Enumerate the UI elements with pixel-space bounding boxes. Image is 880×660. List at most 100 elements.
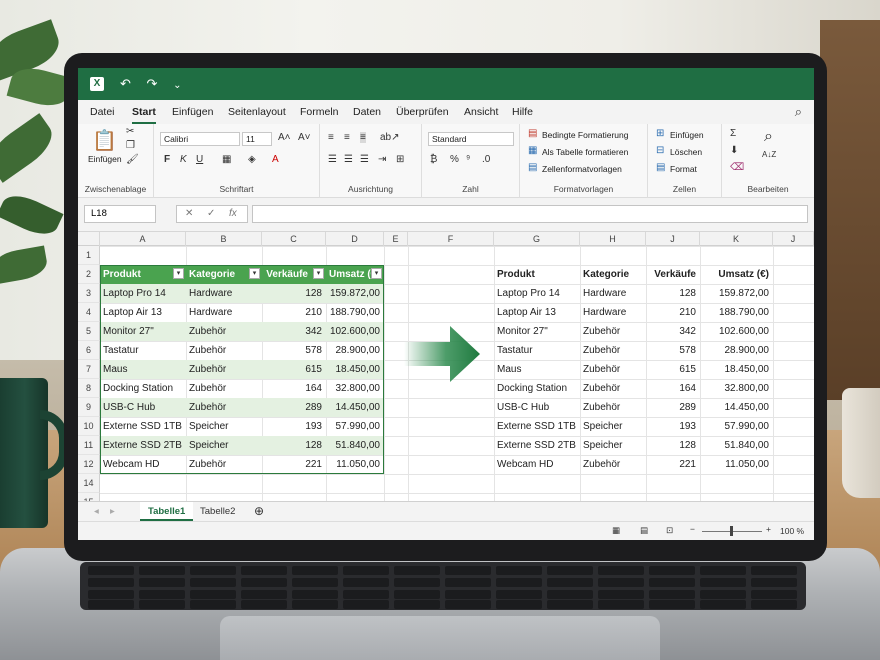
range-header-cell[interactable]: Umsatz (€) [700, 265, 773, 284]
enter-icon[interactable]: ✓ [207, 208, 215, 219]
table-cell[interactable]: 578 [262, 341, 326, 360]
range-cell[interactable]: 57.990,00 [700, 417, 773, 436]
range-cell[interactable]: Hardware [580, 303, 646, 322]
table-cell[interactable]: Maus [100, 360, 186, 379]
range-cell[interactable]: 128 [646, 436, 700, 455]
align-bottom-icon[interactable]: ≡ [360, 132, 366, 143]
insert-cells-button[interactable]: Einfügen [670, 130, 704, 140]
row-header-7[interactable]: 7 [78, 360, 100, 379]
font-size-select[interactable]: 11 [242, 132, 272, 146]
table-cell[interactable]: 188.790,00 [326, 303, 384, 322]
format-cells-button[interactable]: Format [670, 164, 697, 174]
table-cell[interactable]: Zubehör [186, 455, 262, 474]
table-cell[interactable]: Externe SSD 1TB [100, 417, 186, 436]
row-header-9[interactable]: 9 [78, 398, 100, 417]
row-header-2[interactable]: 2 [78, 265, 100, 284]
range-cell[interactable]: 578 [646, 341, 700, 360]
range-header-cell[interactable]: Kategorie [580, 265, 646, 284]
tab-daten[interactable]: Daten [353, 106, 381, 118]
range-cell[interactable]: Maus [494, 360, 580, 379]
range-cell[interactable]: Laptop Air 13 [494, 303, 580, 322]
customize-qat-icon[interactable]: ⌄ [173, 80, 181, 91]
tab-datei[interactable]: Datei [90, 106, 115, 118]
table-cell[interactable]: 615 [262, 360, 326, 379]
table-cell[interactable]: 159.872,00 [326, 284, 384, 303]
row-header-1[interactable]: 1 [78, 246, 100, 265]
table-cell[interactable]: Speicher [186, 436, 262, 455]
range-cell[interactable]: Tastatur [494, 341, 580, 360]
range-cell[interactable]: Zubehör [580, 398, 646, 417]
table-header-cell[interactable]: Umsatz (€) ▾ [326, 265, 384, 284]
range-cell[interactable]: Laptop Pro 14 [494, 284, 580, 303]
add-sheet-icon[interactable]: ⊕ [246, 502, 272, 521]
column-header-4[interactable]: D [326, 232, 384, 246]
range-cell[interactable]: Hardware [580, 284, 646, 303]
table-cell[interactable]: 57.990,00 [326, 417, 384, 436]
row-header-13[interactable]: 14 [78, 474, 100, 493]
paste-button[interactable]: Einfügen [88, 154, 122, 164]
column-header-3[interactable]: C [262, 232, 326, 246]
range-header-cell[interactable]: Verkäufe [646, 265, 700, 284]
table-cell[interactable]: 32.800,00 [326, 379, 384, 398]
range-cell[interactable]: Monitor 27" [494, 322, 580, 341]
table-cell[interactable]: 289 [262, 398, 326, 417]
tab-hilfe[interactable]: Hilfe [512, 106, 533, 118]
range-cell[interactable]: 210 [646, 303, 700, 322]
range-cell[interactable]: 193 [646, 417, 700, 436]
page-break-icon[interactable]: ⊡ [666, 525, 673, 536]
bold-button[interactable]: F [164, 154, 170, 165]
cell-styles-button[interactable]: Zellenformatvorlagen [542, 164, 622, 174]
range-cell[interactable]: Webcam HD [494, 455, 580, 474]
table-cell[interactable]: Zubehör [186, 341, 262, 360]
zoom-in-icon[interactable]: + [766, 524, 771, 534]
sheet-nav-next[interactable]: ▸ [102, 502, 123, 521]
borders-icon[interactable]: ▦ [222, 154, 231, 165]
range-cell[interactable]: 615 [646, 360, 700, 379]
column-header-2[interactable]: B [186, 232, 262, 246]
row-header-5[interactable]: 5 [78, 322, 100, 341]
cut-icon[interactable]: ✂ [126, 126, 134, 137]
tab-einfuegen[interactable]: Einfügen [172, 106, 213, 118]
range-cell[interactable]: Zubehör [580, 341, 646, 360]
filter-dropdown-icon[interactable]: ▾ [173, 268, 184, 279]
table-cell[interactable]: Webcam HD [100, 455, 186, 474]
number-format-select[interactable]: Standard [428, 132, 514, 146]
table-cell[interactable]: Hardware [186, 303, 262, 322]
table-cell[interactable]: 18.450,00 [326, 360, 384, 379]
grow-font-icon[interactable]: A˄ [278, 132, 291, 143]
range-cell[interactable]: 188.790,00 [700, 303, 773, 322]
range-cell[interactable]: 28.900,00 [700, 341, 773, 360]
table-cell[interactable]: 28.900,00 [326, 341, 384, 360]
range-cell[interactable]: 289 [646, 398, 700, 417]
autosum-icon[interactable]: Σ [730, 128, 736, 139]
table-cell[interactable]: 221 [262, 455, 326, 474]
name-box[interactable]: L18 [84, 205, 156, 223]
table-header-cell[interactable]: Produkt ▾ [100, 265, 186, 284]
page-layout-icon[interactable]: ▤ [640, 525, 648, 536]
table-cell[interactable]: 210 [262, 303, 326, 322]
table-cell[interactable]: 164 [262, 379, 326, 398]
range-cell[interactable]: Docking Station [494, 379, 580, 398]
table-cell[interactable]: Zubehör [186, 398, 262, 417]
range-cell[interactable]: 342 [646, 322, 700, 341]
font-name-select[interactable]: Calibri [160, 132, 240, 146]
column-header-5[interactable]: E [384, 232, 408, 246]
table-cell[interactable]: Tastatur [100, 341, 186, 360]
range-cell[interactable]: 32.800,00 [700, 379, 773, 398]
range-cell[interactable]: 159.872,00 [700, 284, 773, 303]
table-cell[interactable]: Externe SSD 2TB [100, 436, 186, 455]
column-header-9[interactable]: J [646, 232, 700, 246]
table-cell[interactable]: 14.450,00 [326, 398, 384, 417]
conditional-formatting-button[interactable]: Bedingte Formatierung [542, 130, 628, 140]
currency-icon[interactable]: ₿ [430, 154, 437, 165]
range-cell[interactable]: 18.450,00 [700, 360, 773, 379]
range-cell[interactable]: 128 [646, 284, 700, 303]
zoom-out-icon[interactable]: − [690, 524, 695, 534]
select-all-corner[interactable] [78, 232, 100, 246]
align-top-icon[interactable]: ≡ [328, 132, 334, 143]
range-cell[interactable]: Zubehör [580, 455, 646, 474]
range-cell[interactable]: 164 [646, 379, 700, 398]
format-painter-icon[interactable]: 🖌 [126, 154, 139, 165]
table-cell[interactable]: 11.050,00 [326, 455, 384, 474]
table-cell[interactable]: Docking Station [100, 379, 186, 398]
